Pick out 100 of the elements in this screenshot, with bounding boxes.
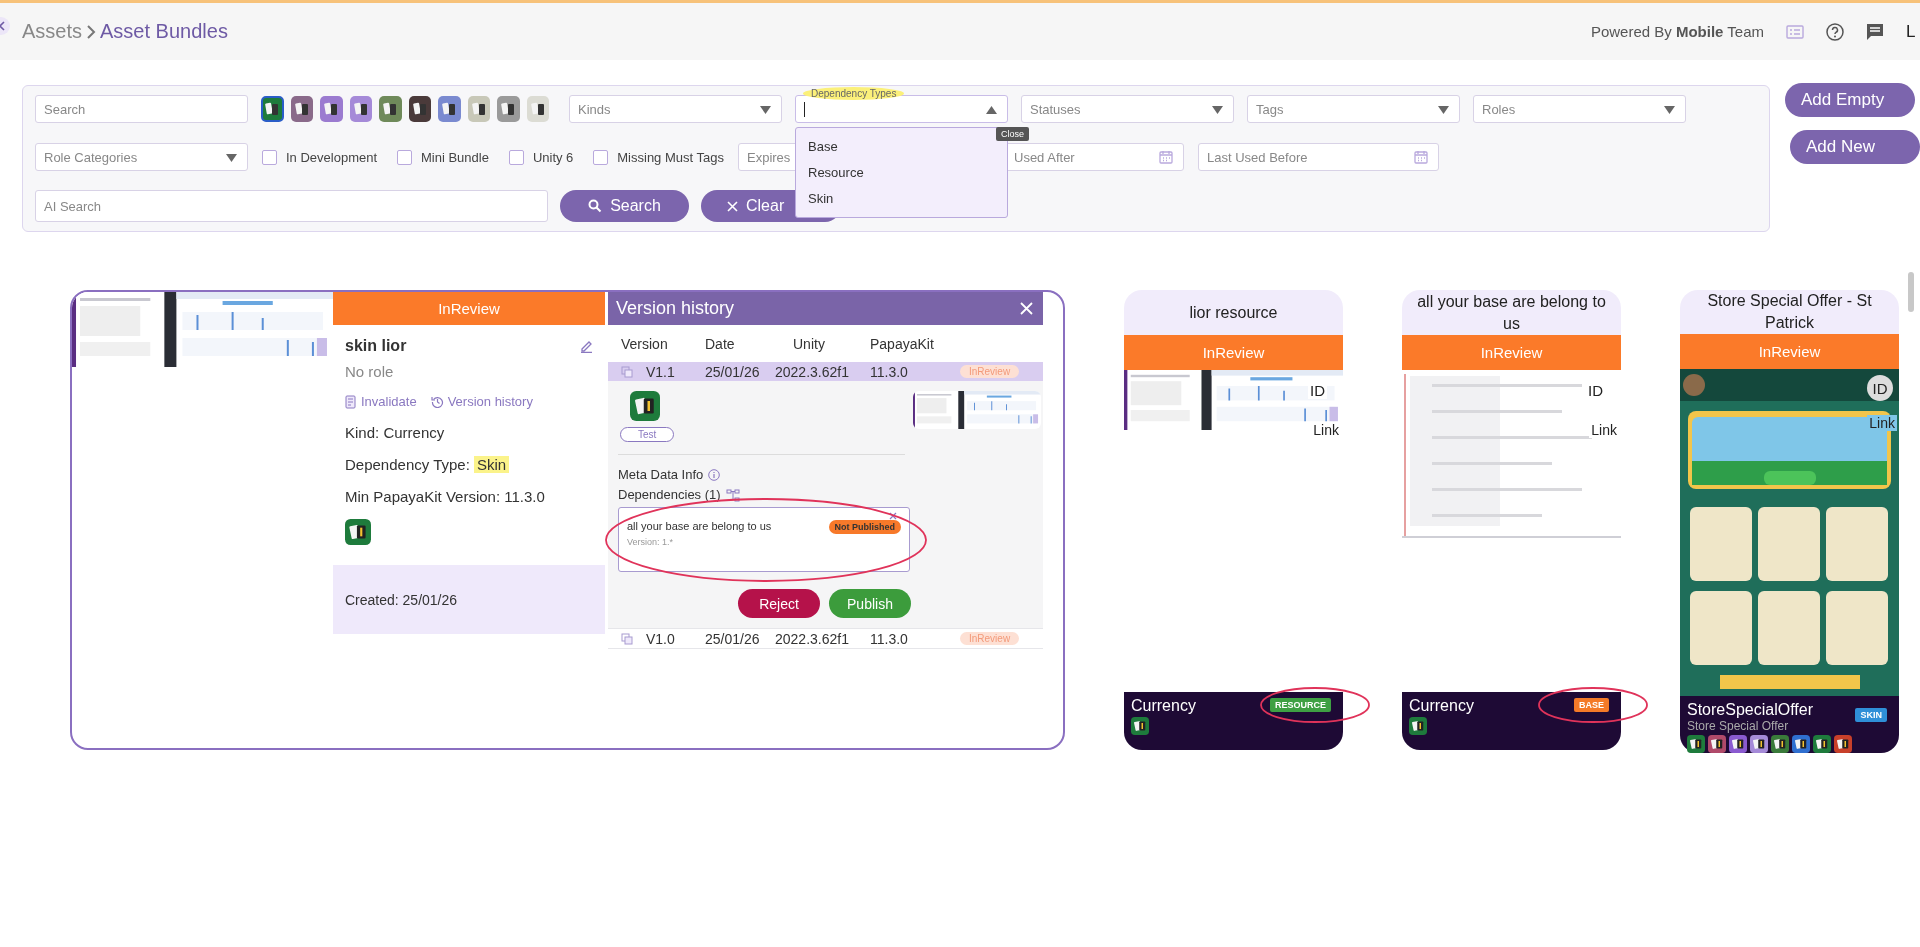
breadcrumb-link[interactable]: Assets bbox=[22, 20, 83, 43]
status-badge: Not Published bbox=[828, 520, 901, 534]
checkbox-label: In Development bbox=[286, 149, 378, 165]
select-field[interactable]: Statuses bbox=[1021, 95, 1234, 123]
checkbox-box[interactable] bbox=[262, 149, 277, 165]
chevron-icon bbox=[86, 24, 97, 39]
checkbox[interactable]: Missing Must Tags bbox=[593, 149, 724, 165]
select-field[interactable]: Role Categories bbox=[35, 143, 248, 171]
checkbox-label: Unity 6 bbox=[532, 149, 574, 165]
caret-down-icon bbox=[226, 154, 237, 162]
status-pill: InReview bbox=[960, 632, 1020, 645]
invalidate-link[interactable]: Invalidate bbox=[345, 394, 417, 409]
checkbox-box[interactable] bbox=[397, 149, 412, 165]
select-field[interactable]: Tags bbox=[1247, 95, 1460, 123]
tooltip: Close bbox=[996, 127, 1029, 141]
date-cell-text: 25/01/26 bbox=[705, 363, 761, 380]
select-field[interactable]: Kinds bbox=[569, 95, 782, 123]
checkbox-box[interactable] bbox=[508, 149, 524, 165]
caret-down-icon bbox=[1664, 106, 1675, 114]
created-date: Created: 25/01/26 bbox=[345, 591, 458, 608]
link[interactable]: Link bbox=[1589, 422, 1619, 438]
type-badge: BASE bbox=[1574, 698, 1609, 712]
version-row[interactable]: V1.0 25/01/26 2022.3.62f1 11.3.0 InReview bbox=[608, 628, 1043, 649]
type-badge: RESOURCE bbox=[1270, 698, 1331, 712]
powered-by-text: Powered By Mobile Team bbox=[1590, 23, 1764, 40]
card-title: lior resource bbox=[1189, 302, 1278, 323]
checkbox[interactable]: Mini Bundle bbox=[397, 149, 489, 165]
app-icon[interactable] bbox=[408, 96, 431, 122]
app-icon bbox=[630, 391, 660, 421]
detail-text: Min PapayaKit Version: 11.3.0 bbox=[345, 488, 546, 505]
status-pill: InReview bbox=[960, 365, 1020, 378]
detail-text: Kind: Currency bbox=[345, 424, 446, 441]
chat-icon[interactable] bbox=[1866, 22, 1884, 41]
user-initials[interactable]: L bbox=[1906, 21, 1920, 42]
app-icon[interactable] bbox=[467, 96, 490, 122]
detail-text: Dependency Type: Skin bbox=[345, 456, 593, 473]
link[interactable]: Link bbox=[1867, 415, 1897, 431]
reject-button[interactable]: Reject bbox=[738, 589, 820, 618]
close-icon[interactable] bbox=[1020, 302, 1033, 315]
card-name: Currency bbox=[1409, 697, 1474, 715]
checkbox-label: Mini Bundle bbox=[421, 149, 489, 165]
papayakit-cell-text: 11.3.0 bbox=[870, 630, 909, 647]
search-button[interactable]: Search bbox=[560, 190, 689, 222]
app-icon bbox=[345, 519, 371, 545]
app-icon[interactable] bbox=[261, 96, 284, 122]
section-label: Meta Data Info bbox=[618, 466, 704, 484]
card-title: all your base are belong to us bbox=[1416, 291, 1607, 334]
card-name: Currency bbox=[1131, 697, 1196, 715]
date-field[interactable]: Last Used Before bbox=[1198, 143, 1439, 171]
column-header: Unity bbox=[792, 335, 826, 352]
ai-search-field[interactable]: AI Search bbox=[35, 190, 548, 222]
caret-down-icon bbox=[1212, 106, 1223, 114]
unity-cell-text: 2022.3.62f1 bbox=[775, 630, 850, 647]
close-icon bbox=[727, 200, 738, 212]
edit-icon[interactable] bbox=[579, 339, 593, 353]
version-row[interactable]: V1.1 25/01/26 2022.3.62f1 11.3.0 InReview bbox=[608, 362, 1043, 381]
history-link[interactable]: Version history bbox=[430, 394, 533, 409]
history-icon bbox=[430, 395, 444, 408]
link[interactable]: Link bbox=[1311, 422, 1341, 438]
tag-button[interactable]: Test bbox=[620, 427, 675, 442]
checkbox-box[interactable] bbox=[593, 149, 609, 165]
add-button[interactable]: Add Empty bbox=[1785, 83, 1915, 117]
card-title: Store Special Offer - St Patrick bbox=[1706, 291, 1873, 333]
checkbox-label: Missing Must Tags bbox=[617, 149, 724, 165]
checkbox[interactable]: Unity 6 bbox=[508, 149, 574, 165]
app-icon[interactable] bbox=[379, 96, 402, 122]
column-header: Date bbox=[705, 335, 736, 352]
breadcrumb-link[interactable]: Asset Bundles bbox=[100, 20, 228, 43]
remove-icon[interactable] bbox=[889, 512, 897, 520]
date-cell-text: 25/01/26 bbox=[705, 630, 761, 647]
app-icon[interactable] bbox=[349, 96, 372, 122]
document-icon bbox=[345, 394, 357, 409]
add-button[interactable]: Add New bbox=[1790, 130, 1920, 164]
status-banner: InReview bbox=[1402, 335, 1621, 370]
app-icon[interactable] bbox=[290, 96, 313, 122]
hierarchy-icon[interactable] bbox=[725, 488, 740, 502]
status-banner: InReview bbox=[333, 292, 605, 325]
info-icon[interactable] bbox=[708, 469, 721, 481]
dependency-version: Version: 1.* bbox=[627, 537, 675, 547]
app-icon[interactable] bbox=[497, 96, 520, 122]
search-field[interactable]: Search bbox=[35, 95, 248, 123]
papayakit-cell-text: 11.3.0 bbox=[870, 363, 909, 380]
checkbox[interactable]: In Development bbox=[262, 149, 378, 165]
caret-up-icon bbox=[986, 106, 997, 114]
type-badge: SKIN bbox=[1855, 708, 1887, 722]
publish-button[interactable]: Publish bbox=[829, 589, 911, 618]
scrollbar[interactable] bbox=[1908, 272, 1914, 312]
column-header: Version bbox=[621, 335, 669, 352]
caret-down-icon bbox=[760, 106, 771, 114]
app-icon[interactable] bbox=[526, 96, 549, 122]
select-field[interactable]: Roles bbox=[1473, 95, 1686, 123]
bundle-name: skin lior bbox=[345, 337, 407, 355]
unity-cell-text: 2022.3.62f1 bbox=[775, 363, 850, 380]
search-icon bbox=[588, 199, 603, 213]
app-icon[interactable] bbox=[320, 96, 343, 122]
role-text: No role bbox=[345, 363, 395, 380]
help-icon[interactable] bbox=[1826, 22, 1844, 41]
version-cell: V1.0 bbox=[646, 630, 675, 647]
caret-down-icon bbox=[1438, 106, 1449, 114]
app-icon[interactable] bbox=[438, 96, 461, 122]
